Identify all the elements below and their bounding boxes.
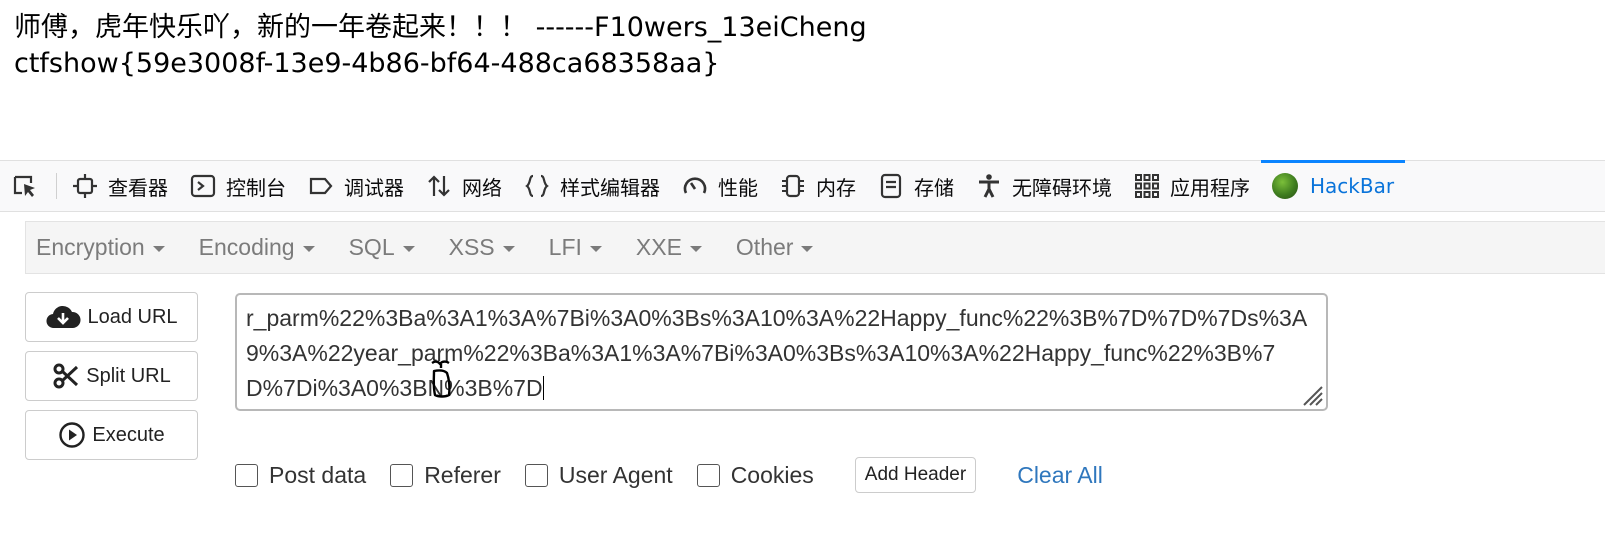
url-value: r_parm%22%3Ba%3A1%3A%7Bi%3A0%3Bs%3A10%3A… bbox=[246, 305, 1308, 401]
cookies-option[interactable]: Cookies bbox=[696, 461, 814, 489]
user-agent-label: User Agent bbox=[558, 461, 673, 488]
devtools-toolbar: 查看器 控制台 调试器 网络 样式编辑器 性能 内存 存储 无障碍环境 应用程序… bbox=[0, 160, 1605, 212]
tab-label: 存储 bbox=[914, 175, 954, 200]
text-cursor bbox=[542, 376, 544, 400]
inspector-icon bbox=[73, 174, 97, 198]
tab-label: 无障碍环境 bbox=[1012, 175, 1112, 200]
post-data-checkbox[interactable] bbox=[235, 463, 258, 487]
tab-label: 调试器 bbox=[344, 175, 404, 200]
menu-label: Encoding bbox=[198, 234, 295, 260]
page-content: 师傅，虎年快乐吖，新的一年卷起来！！！ ------F10wers_13eiCh… bbox=[14, 10, 867, 82]
menu-label: SQL bbox=[348, 234, 395, 260]
accessibility-icon bbox=[979, 174, 999, 198]
post-data-label: Post data bbox=[269, 461, 367, 488]
flag-text: ctfshow{59e3008f-13e9-4b86-bf64-488ca683… bbox=[14, 48, 720, 79]
memory-icon bbox=[782, 174, 804, 198]
debugger-icon bbox=[309, 177, 333, 195]
application-icon bbox=[1135, 174, 1159, 198]
tab-label: 样式编辑器 bbox=[560, 175, 660, 200]
url-textarea[interactable]: r_parm%22%3Ba%3A1%3A%7Bi%3A0%3Bs%3A10%3A… bbox=[235, 293, 1328, 411]
tab-label: 应用程序 bbox=[1170, 175, 1250, 200]
mouse-cursor-icon bbox=[431, 360, 451, 398]
play-circle-icon bbox=[59, 422, 86, 448]
caret-down-icon bbox=[589, 246, 602, 252]
execute-button[interactable]: Execute bbox=[25, 410, 198, 460]
tab-inspector[interactable]: 查看器 bbox=[61, 161, 179, 211]
post-data-option[interactable]: Post data bbox=[235, 462, 366, 489]
cookies-checkbox[interactable] bbox=[696, 463, 720, 487]
menu-label: Other bbox=[735, 234, 794, 260]
scissors-icon bbox=[53, 363, 79, 389]
referer-option[interactable]: Referer bbox=[390, 462, 501, 489]
performance-icon bbox=[683, 177, 707, 194]
user-agent-option[interactable]: User Agent bbox=[524, 461, 673, 489]
menu-label: XXE bbox=[635, 234, 682, 260]
tab-label: HackBar bbox=[1310, 174, 1395, 198]
tab-label: 内存 bbox=[816, 175, 856, 200]
menu-label: LFI bbox=[548, 234, 582, 260]
greeting-text: 师傅，虎年快乐吖，新的一年卷起来！！！ ------F10wers_13eiCh… bbox=[14, 12, 867, 43]
menu-encoding[interactable]: Encoding bbox=[199, 234, 315, 261]
menu-other[interactable]: Other bbox=[736, 234, 814, 261]
referer-checkbox[interactable] bbox=[390, 463, 414, 487]
style-editor-icon bbox=[525, 174, 549, 198]
tab-label: 查看器 bbox=[108, 175, 168, 200]
caret-down-icon bbox=[152, 246, 165, 252]
split-url-button[interactable]: Split URL bbox=[25, 351, 198, 401]
tab-console[interactable]: 控制台 bbox=[179, 161, 297, 211]
tab-debugger[interactable]: 调试器 bbox=[297, 161, 415, 211]
tab-label: 性能 bbox=[718, 175, 758, 200]
options-row: Post data Referer User Agent Cookies Add… bbox=[235, 457, 1103, 493]
referer-label: Referer bbox=[424, 461, 501, 488]
menu-lfi[interactable]: LFI bbox=[549, 234, 602, 261]
user-agent-checkbox[interactable] bbox=[524, 463, 548, 487]
tab-label: 网络 bbox=[462, 175, 502, 200]
resize-grip-icon[interactable] bbox=[1298, 381, 1324, 407]
caret-down-icon bbox=[402, 246, 415, 252]
cloud-download-icon bbox=[46, 305, 81, 329]
hackbar-menu: Encryption Encoding SQL XSS LFI XXE Othe… bbox=[25, 221, 1605, 274]
network-icon bbox=[428, 175, 450, 197]
menu-xss[interactable]: XSS bbox=[449, 234, 515, 261]
caret-down-icon bbox=[502, 246, 515, 252]
tab-hackbar[interactable]: HackBar bbox=[1261, 160, 1406, 211]
add-header-button[interactable]: Add Header bbox=[854, 457, 977, 493]
clear-all-link[interactable]: Clear All bbox=[1017, 462, 1103, 489]
cookies-label: Cookies bbox=[730, 461, 814, 488]
menu-sql[interactable]: SQL bbox=[349, 234, 415, 261]
menu-xxe[interactable]: XXE bbox=[636, 234, 702, 261]
tab-performance[interactable]: 性能 bbox=[671, 161, 769, 211]
caret-down-icon bbox=[689, 246, 702, 252]
hackbar-logo-icon bbox=[1272, 173, 1298, 199]
tab-network[interactable]: 网络 bbox=[415, 161, 513, 211]
element-picker-icon bbox=[13, 175, 35, 197]
split-url-label: Split URL bbox=[86, 364, 171, 387]
menu-label: XSS bbox=[448, 234, 495, 260]
tab-storage[interactable]: 存储 bbox=[867, 161, 965, 211]
load-url-button[interactable]: Load URL bbox=[25, 292, 198, 342]
element-picker-button[interactable] bbox=[0, 161, 56, 211]
toolbar-separator bbox=[56, 173, 57, 199]
tab-label: 控制台 bbox=[226, 175, 286, 200]
tab-accessibility[interactable]: 无障碍环境 bbox=[965, 161, 1123, 211]
console-icon bbox=[190, 174, 216, 198]
execute-label: Execute bbox=[92, 423, 165, 446]
tab-application[interactable]: 应用程序 bbox=[1123, 161, 1261, 211]
menu-label: Encryption bbox=[36, 234, 145, 260]
load-url-label: Load URL bbox=[87, 305, 178, 328]
menu-encryption[interactable]: Encryption bbox=[36, 234, 165, 261]
tab-style-editor[interactable]: 样式编辑器 bbox=[513, 161, 671, 211]
caret-down-icon bbox=[801, 246, 814, 252]
storage-icon bbox=[880, 173, 902, 199]
caret-down-icon bbox=[302, 246, 315, 252]
tab-memory[interactable]: 内存 bbox=[769, 161, 867, 211]
